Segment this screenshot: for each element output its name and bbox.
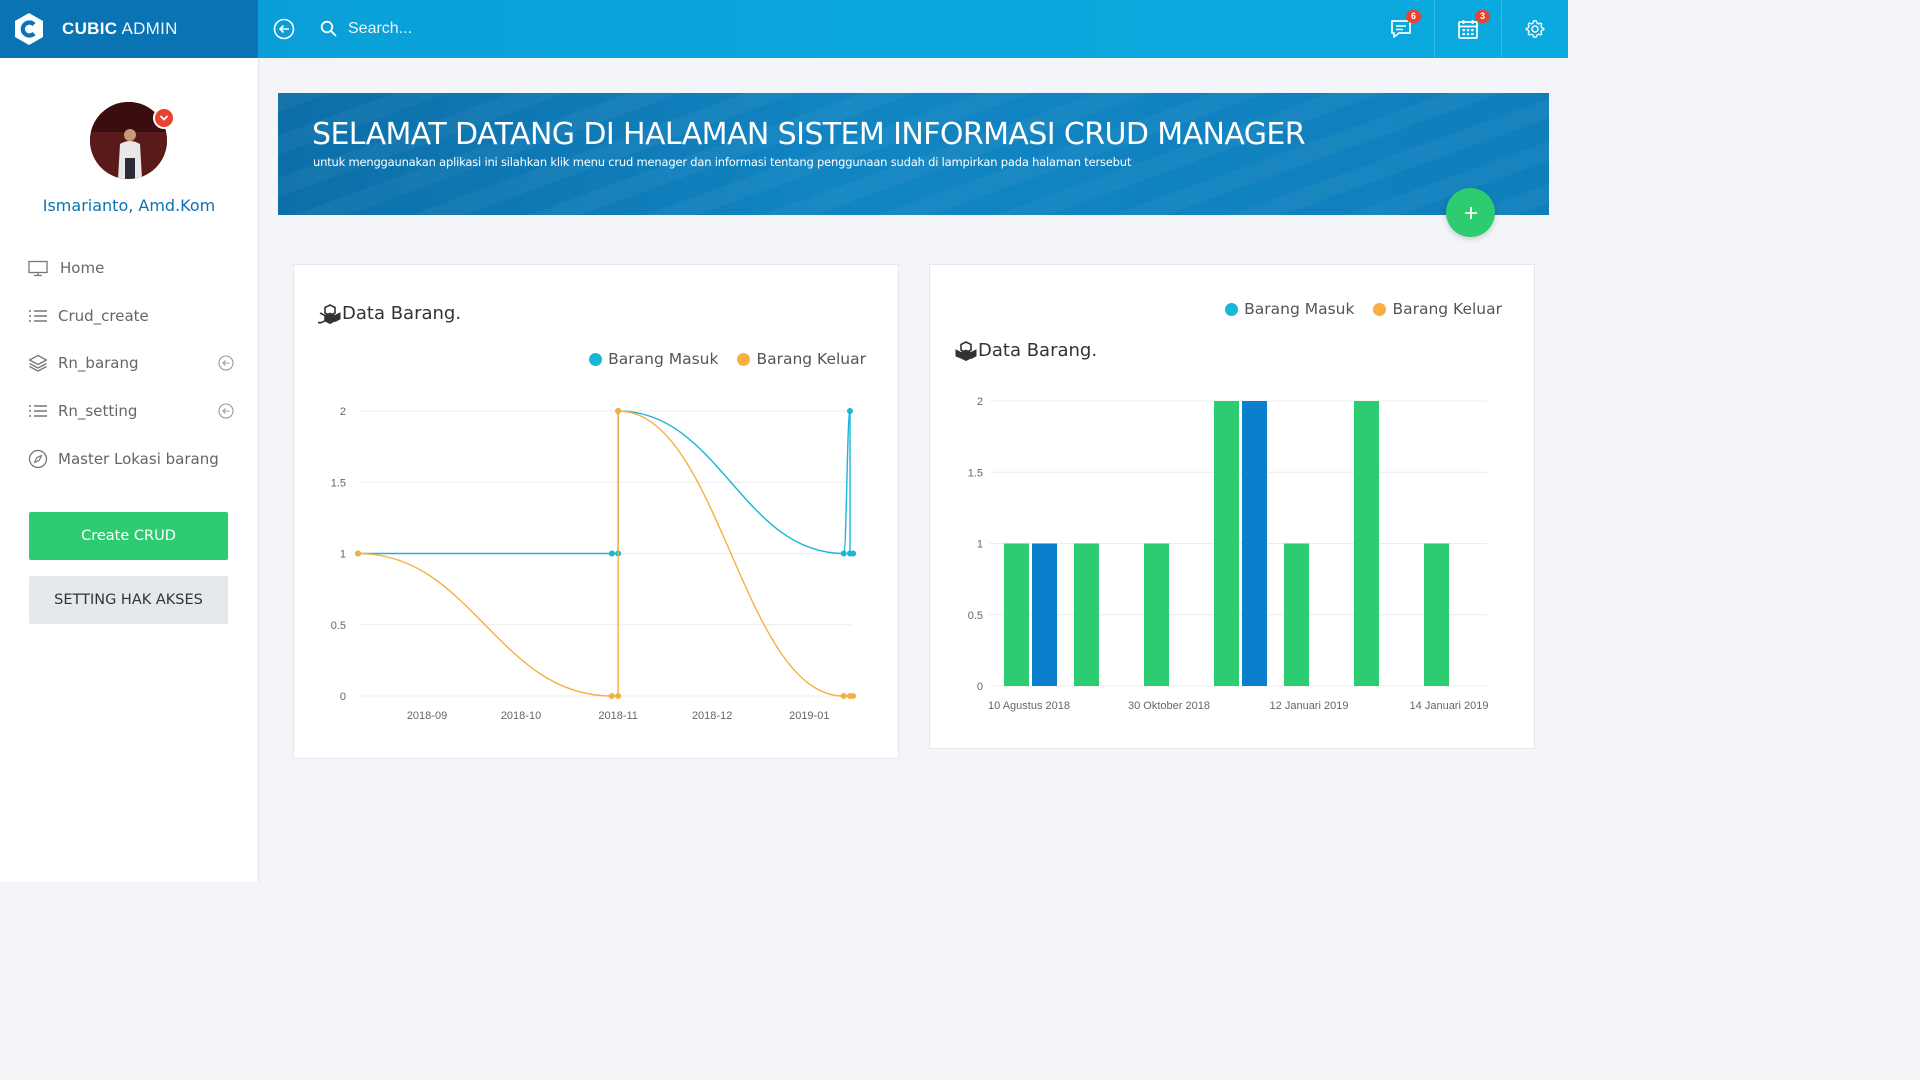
y-tick-label: 0 [340,691,346,703]
sidebar: Ismarianto, Amd.Kom Home Crud_create Rn_… [0,58,259,882]
data-point [615,408,622,414]
bar-chart: 0 0.5 1 1.5 2 10 Agustus 2018 30 Oktober 2018 1… [968,396,1489,712]
sidebar-item-label: Home [60,259,105,277]
calendar-badge: 3 [1475,10,1490,23]
bar-chart-card: Barang Masuk Barang Keluar Data Barang. … [929,264,1535,749]
bar [1354,401,1379,686]
search-icon [320,20,337,37]
list-icon [28,306,48,326]
y-tick-label: 1 [340,549,346,561]
bar [1074,543,1099,686]
messages-badge: 6 [1406,10,1421,23]
setting-hak-akses-button[interactable]: SETTING HAK AKSES [29,576,228,624]
x-tick-label: 10 Agustus 2018 [988,700,1070,712]
sidebar-item-rn-barang[interactable]: Rn_barang [28,348,238,378]
x-tick-label: 2018-11 [598,710,638,722]
layers-icon [28,353,48,373]
gear-icon [1525,20,1545,38]
x-tick-label: 2018-12 [692,710,732,722]
bar [1214,401,1239,686]
data-point [840,693,847,699]
data-point [850,550,857,557]
list-icon [28,401,48,421]
brand-name-light: ADMIN [121,19,178,38]
x-tick-label: 30 Oktober 2018 [1128,700,1210,712]
sidebar-item-rn-setting[interactable]: Rn_setting [28,396,238,426]
settings-button[interactable] [1501,0,1568,58]
sidebar-item-label: Rn_barang [58,354,139,372]
calendar-button[interactable]: 3 [1434,0,1501,58]
sidebar-item-label: Rn_setting [58,402,138,420]
y-tick-label: 2 [977,396,983,408]
line-chart: 0 0.5 1 1.5 2 2018-09 2018-10 2018-11 2018-12 201… [331,406,857,722]
data-point [840,550,847,557]
expand-arrow-icon[interactable] [218,355,234,371]
y-tick-label: 1.5 [968,467,983,479]
x-tick-label: 2019-01 [789,710,829,722]
brand-name-bold: CUBIC [62,19,118,38]
bar [1424,543,1449,686]
calendar-icon [1458,20,1478,39]
create-crud-button[interactable]: Create CRUD [29,512,228,560]
banner-title: SELAMAT DATANG DI HALAMAN SISTEM INFORMA… [312,117,1306,152]
bar [1032,543,1057,686]
data-point [608,550,615,557]
bar [1242,401,1267,686]
user-name[interactable]: Ismarianto, Amd.Kom [0,196,258,215]
bar [1284,543,1309,686]
profile-dropdown-icon[interactable] [153,107,175,129]
line-chart-card: Data Barang. Barang Masuk Barang Keluar … [293,264,899,759]
brand[interactable]: CUBIC ADMIN [0,0,258,58]
cubic-logo-icon [15,13,43,45]
x-tick-label: 14 Januari 2019 [1410,700,1489,712]
sidebar-item-master-lokasi-barang[interactable]: Master Lokasi barang [28,444,238,474]
sidebar-item-crud-create[interactable]: Crud_create [28,301,238,331]
y-tick-label: 0.5 [331,620,346,632]
compass-icon [28,449,48,469]
brand-name: CUBIC ADMIN [62,19,178,39]
x-tick-label: 12 Januari 2019 [1270,700,1349,712]
search-bar [320,16,650,42]
sidebar-item-home[interactable]: Home [28,253,238,283]
data-point [355,550,362,557]
sidebar-item-label: Master Lokasi barang [58,450,219,468]
search-input[interactable] [346,19,650,39]
messages-button[interactable]: 6 [1368,0,1434,58]
bar [1144,543,1169,686]
sidebar-collapse-icon[interactable] [273,18,295,40]
data-point [850,693,857,699]
data-point [615,693,622,699]
sidebar-item-label: Crud_create [58,307,149,325]
banner-subtitle: untuk menggaunakan aplikasi ini silahkan… [313,155,1132,169]
y-tick-label: 2 [340,406,346,418]
y-tick-label: 1 [977,539,983,551]
x-tick-label: 2018-09 [407,710,447,722]
y-tick-label: 1.5 [331,477,346,489]
y-tick-label: 0 [977,681,983,693]
plus-icon [1464,206,1477,219]
y-tick-label: 0.5 [968,610,983,622]
expand-arrow-icon[interactable] [218,403,234,419]
data-point [847,408,853,414]
x-tick-label: 2018-10 [501,710,541,722]
top-bar: CUBIC ADMIN 6 3 [0,0,1568,58]
welcome-banner: SELAMAT DATANG DI HALAMAN SISTEM INFORMA… [278,93,1549,215]
add-button[interactable] [1446,188,1495,237]
data-point [608,693,615,699]
bar [1004,543,1029,686]
monitor-icon [28,258,50,278]
